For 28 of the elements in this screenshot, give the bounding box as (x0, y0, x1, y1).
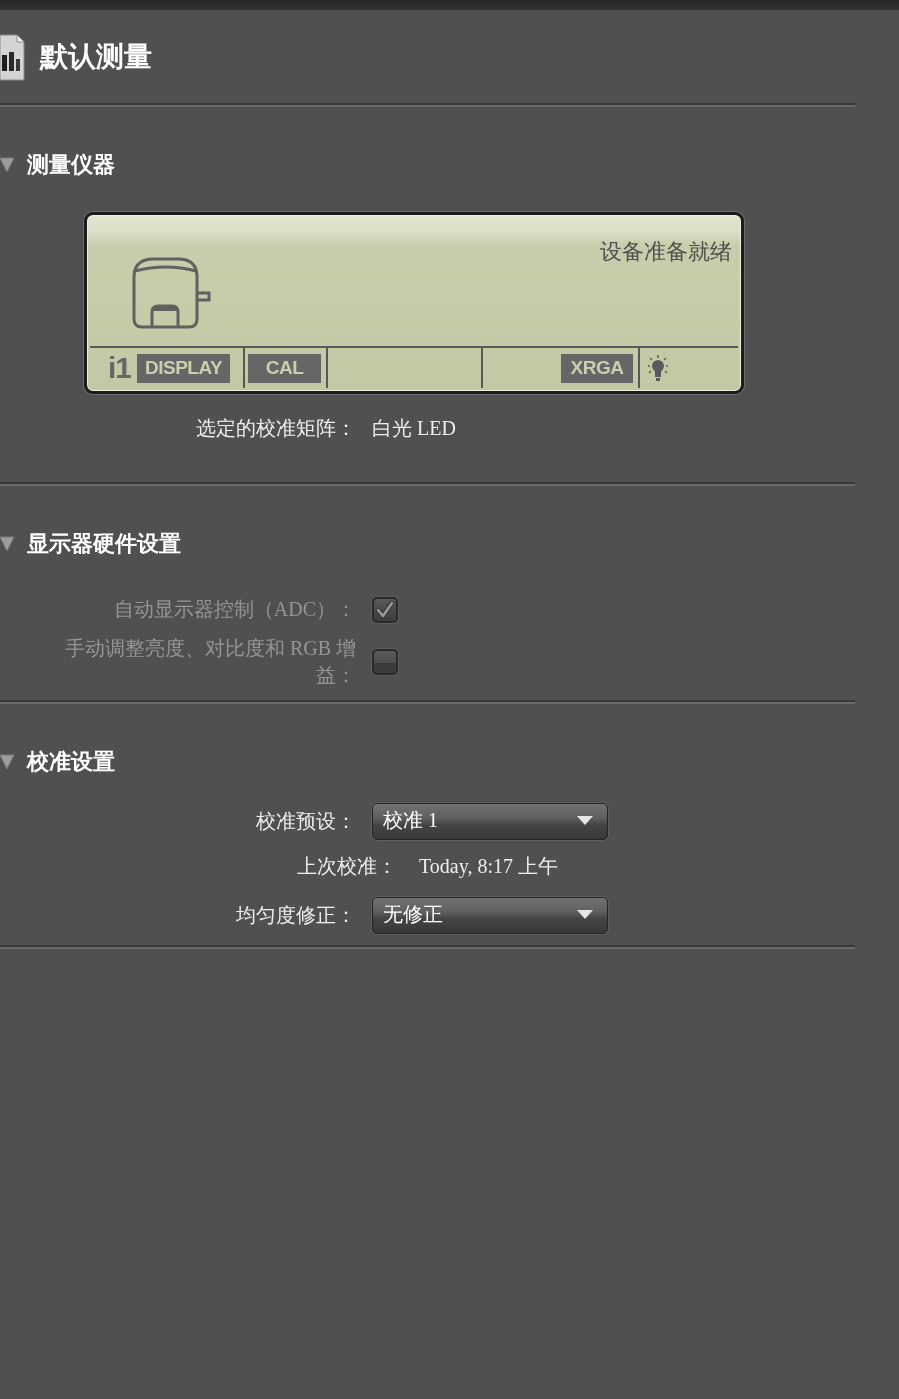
field-label: 上次校准： (297, 853, 397, 879)
field-value: 白光 LED (372, 416, 456, 441)
caret-icon (577, 909, 593, 919)
caret-icon (577, 815, 593, 825)
status-text: 设备准备就绪 (600, 239, 732, 265)
field-label: 手动调整亮度、对比度和 RGB 增益： (63, 636, 356, 688)
document-icon (0, 32, 25, 81)
section-title: 测量仪器 (27, 151, 115, 179)
disclosure-triangle-icon[interactable] (0, 157, 14, 173)
section-title: 校准设置 (27, 748, 115, 776)
model-badge: DISPLAY (137, 353, 231, 383)
dropdown[interactable]: 校准 1 (372, 803, 608, 840)
mode-badge: CAL (248, 353, 321, 383)
disclosure-triangle-icon[interactable] (0, 754, 14, 770)
field-value: Today, 8:17 上午 (419, 853, 558, 880)
lightbulb-icon (647, 354, 669, 382)
field-label: 选定的校准矩阵： (195, 416, 356, 441)
field-label: 自动显示器控制（ADC）： (112, 597, 356, 622)
section-title: 显示器硬件设置 (27, 530, 181, 558)
dropdown[interactable]: 无修正 (372, 897, 608, 934)
page-title: 默认测量 (40, 39, 152, 74)
field-label: 均匀度修正： (235, 903, 356, 928)
device-icon (130, 255, 212, 330)
standard-badge: XRGA (561, 353, 633, 383)
brand-text: i1 (108, 353, 132, 383)
field-label: 校准预设： (255, 809, 356, 834)
checkmark-icon (376, 600, 394, 619)
disclosure-triangle-icon[interactable] (0, 536, 14, 552)
